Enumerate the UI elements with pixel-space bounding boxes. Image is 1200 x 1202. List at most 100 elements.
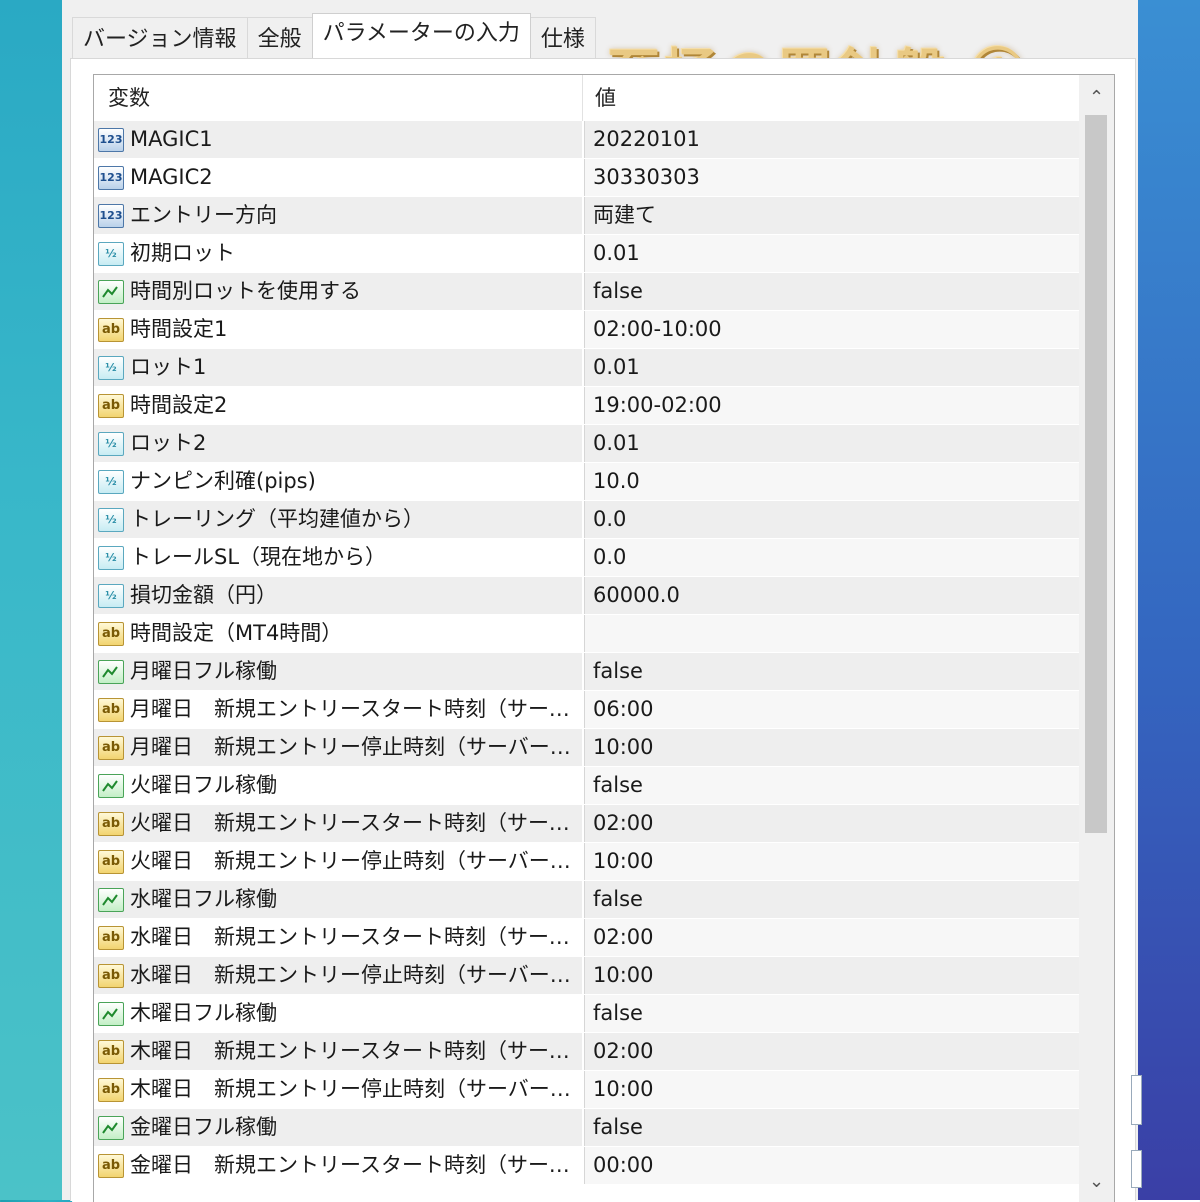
parameter-name-cell: ½ ロット2 xyxy=(94,425,584,462)
tab-specification[interactable]: 仕様 xyxy=(529,17,596,58)
parameter-value[interactable]: 0.01 xyxy=(584,425,1079,462)
parameter-row[interactable]: ½ 初期ロット 0.01 xyxy=(94,235,1079,273)
string-type-icon: ab xyxy=(98,393,124,418)
parameter-row[interactable]: 火曜日フル稼働 false xyxy=(94,767,1079,805)
parameter-value[interactable]: false xyxy=(584,881,1079,918)
grid-header: 変数 値 xyxy=(94,75,1079,121)
parameter-row[interactable]: 123 MAGIC2 30330303 xyxy=(94,159,1079,197)
parameter-name-cell: ab 月曜日 新規エントリー停止時刻（サーバー時... xyxy=(94,729,584,766)
parameter-row[interactable]: 金曜日フル稼働 false xyxy=(94,1109,1079,1147)
parameter-row[interactable]: ab 時間設定2 19:00-02:00 xyxy=(94,387,1079,425)
parameter-row[interactable]: ab 時間設定1 02:00-10:00 xyxy=(94,311,1079,349)
parameter-value[interactable]: 10:00 xyxy=(584,843,1079,880)
parameter-value[interactable]: false xyxy=(584,995,1079,1032)
parameter-row[interactable]: ab 水曜日 新規エントリー停止時刻（サーバー時... 10:00 xyxy=(94,957,1079,995)
parameter-name: トレーリング（平均建値から） xyxy=(130,507,424,531)
parameter-row[interactable]: ½ ロット2 0.01 xyxy=(94,425,1079,463)
parameter-name-cell: 木曜日フル稼働 xyxy=(94,995,584,1032)
string-type-icon: ab xyxy=(98,621,124,646)
parameter-row[interactable]: ½ ナンピン利確(pips) 10.0 xyxy=(94,463,1079,501)
parameter-row[interactable]: 木曜日フル稼働 false xyxy=(94,995,1079,1033)
parameter-value[interactable]: 02:00-10:00 xyxy=(584,311,1079,348)
parameter-value[interactable]: 両建て xyxy=(584,197,1079,234)
column-header-variable[interactable]: 変数 xyxy=(94,75,583,121)
parameter-value[interactable] xyxy=(584,615,1079,652)
background-window-edge xyxy=(1131,1075,1142,1125)
parameter-value[interactable]: 60000.0 xyxy=(584,577,1079,614)
parameter-row[interactable]: ab 時間設定（MT4時間） xyxy=(94,615,1079,653)
parameter-row[interactable]: ab 木曜日 新規エントリー停止時刻（サーバー時... 10:00 xyxy=(94,1071,1079,1109)
parameter-value[interactable]: 30330303 xyxy=(584,159,1079,196)
tab-general[interactable]: 全般 xyxy=(246,17,313,58)
tab-version-info[interactable]: バージョン情報 xyxy=(72,17,248,58)
parameter-row[interactable]: ab 水曜日 新規エントリースタート時刻（サーバー･.. 02:00 xyxy=(94,919,1079,957)
parameter-value[interactable]: 0.01 xyxy=(584,235,1079,272)
scroll-thumb[interactable] xyxy=(1085,115,1107,833)
parameter-value[interactable]: 10:00 xyxy=(584,957,1079,994)
parameter-name-cell: ab 木曜日 新規エントリー停止時刻（サーバー時... xyxy=(94,1071,584,1108)
double-type-icon: ½ xyxy=(98,355,124,380)
parameter-row[interactable]: ½ トレールSL（現在地から） 0.0 xyxy=(94,539,1079,577)
parameter-name-cell: ½ トレールSL（現在地から） xyxy=(94,539,584,576)
parameter-value[interactable]: false xyxy=(584,653,1079,690)
parameter-value[interactable]: false xyxy=(584,767,1079,804)
string-type-icon: ab xyxy=(98,1077,124,1102)
parameter-row[interactable]: 水曜日フル稼働 false xyxy=(94,881,1079,919)
int-type-icon: 123 xyxy=(98,127,124,152)
parameter-row[interactable]: 時間別ロットを使用する false xyxy=(94,273,1079,311)
parameter-row[interactable]: ½ トレーリング（平均建値から） 0.0 xyxy=(94,501,1079,539)
parameter-value[interactable]: 10:00 xyxy=(584,1071,1079,1108)
string-type-icon: ab xyxy=(98,1039,124,1064)
parameter-name-cell: ½ 初期ロット xyxy=(94,235,584,272)
parameter-row[interactable]: 123 エントリー方向 両建て xyxy=(94,197,1079,235)
scroll-up-arrow-icon[interactable]: ⌃ xyxy=(1079,81,1114,115)
parameter-name-cell: ab 月曜日 新規エントリースタート時刻（サーバー･.. xyxy=(94,691,584,728)
parameters-panel: 変数 値 123 MAGIC1 20220101 123 MAGIC2 30330303 1… xyxy=(70,58,1136,1202)
parameter-row[interactable]: ab 木曜日 新規エントリースタート時刻（サーバー･.. 02:00 xyxy=(94,1033,1079,1071)
parameter-value[interactable]: 02:00 xyxy=(584,919,1079,956)
parameter-name: 時間設定1 xyxy=(130,317,228,341)
parameter-value[interactable]: 0.0 xyxy=(584,501,1079,538)
parameter-row[interactable]: 月曜日フル稼働 false xyxy=(94,653,1079,691)
parameter-value[interactable]: false xyxy=(584,1109,1079,1146)
parameter-value[interactable]: 00:00 xyxy=(584,1147,1079,1184)
string-type-icon: ab xyxy=(98,849,124,874)
parameter-value[interactable]: 02:00 xyxy=(584,805,1079,842)
parameter-name: 月曜日 新規エントリー停止時刻（サーバー時... xyxy=(130,735,582,759)
parameter-row[interactable]: 123 MAGIC1 20220101 xyxy=(94,121,1079,159)
background-window-edge xyxy=(1131,1150,1142,1188)
parameter-name-cell: ab 時間設定1 xyxy=(94,311,584,348)
parameter-row[interactable]: ab 金曜日 新規エントリースタート時刻（サーバー･.. 00:00 xyxy=(94,1147,1079,1185)
parameter-name-cell: ab 水曜日 新規エントリー停止時刻（サーバー時... xyxy=(94,957,584,994)
parameter-name: トレールSL（現在地から） xyxy=(130,545,387,569)
parameter-value[interactable]: 10.0 xyxy=(584,463,1079,500)
parameter-name: 水曜日 新規エントリー停止時刻（サーバー時... xyxy=(130,963,582,987)
parameter-value[interactable]: 06:00 xyxy=(584,691,1079,728)
parameter-row[interactable]: ab 火曜日 新規エントリー停止時刻（サーバー時... 10:00 xyxy=(94,843,1079,881)
parameter-name: エントリー方向 xyxy=(130,203,277,227)
tab-input-parameters[interactable]: パラメーターの入力 xyxy=(311,13,531,60)
vertical-scrollbar[interactable]: ⌃ ⌄ xyxy=(1079,75,1114,1202)
parameter-value[interactable]: 0.01 xyxy=(584,349,1079,386)
parameter-row[interactable]: ab 月曜日 新規エントリースタート時刻（サーバー･.. 06:00 xyxy=(94,691,1079,729)
parameter-value[interactable]: 0.0 xyxy=(584,539,1079,576)
parameter-row[interactable]: ab 月曜日 新規エントリー停止時刻（サーバー時... 10:00 xyxy=(94,729,1079,767)
string-type-icon: ab xyxy=(98,925,124,950)
parameter-value[interactable]: false xyxy=(584,273,1079,310)
bool-type-icon xyxy=(98,659,124,684)
parameter-value[interactable]: 10:00 xyxy=(584,729,1079,766)
parameter-name: ロット2 xyxy=(130,431,207,455)
parameter-name: MAGIC2 xyxy=(130,165,213,189)
parameter-row[interactable]: ab 火曜日 新規エントリースタート時刻（サーバー･.. 02:00 xyxy=(94,805,1079,843)
parameter-name-cell: 123 MAGIC1 xyxy=(94,121,584,158)
parameter-name: 月曜日フル稼働 xyxy=(130,659,277,683)
parameter-row[interactable]: ½ ロット1 0.01 xyxy=(94,349,1079,387)
parameter-value[interactable]: 20220101 xyxy=(584,121,1079,158)
column-header-value[interactable]: 値 xyxy=(583,75,616,121)
scroll-down-arrow-icon[interactable]: ⌄ xyxy=(1079,1165,1114,1199)
parameter-row[interactable]: ½ 損切金額（円） 60000.0 xyxy=(94,577,1079,615)
parameter-value[interactable]: 02:00 xyxy=(584,1033,1079,1070)
parameter-value[interactable]: 19:00-02:00 xyxy=(584,387,1079,424)
parameter-name-cell: ab 火曜日 新規エントリー停止時刻（サーバー時... xyxy=(94,843,584,880)
parameter-name-cell: ab 木曜日 新規エントリースタート時刻（サーバー･.. xyxy=(94,1033,584,1070)
